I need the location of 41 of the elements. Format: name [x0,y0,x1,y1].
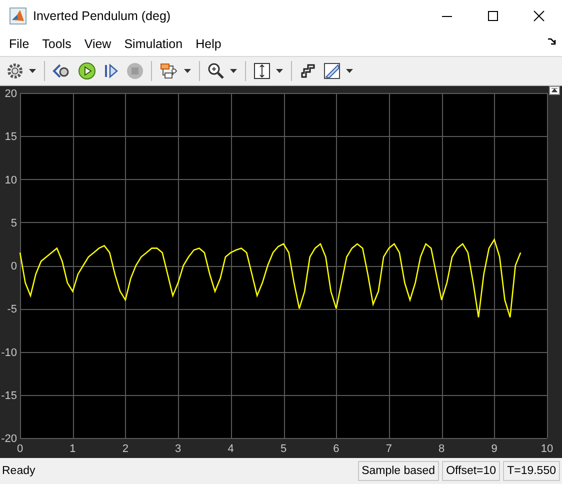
status-field: Sample based [358,461,440,482]
x-tick-label: 2 [122,443,128,456]
y-tick-label: 10 [4,174,17,187]
status-field: T=19.550 [503,461,560,482]
x-tick-label: 5 [280,443,287,456]
menu-item[interactable]: Tools [37,36,76,51]
caret-icon[interactable] [29,69,36,74]
status-field: Offset=10 [442,461,500,482]
y-tick-label: 5 [10,218,17,230]
y-tick-label: 0 [10,260,17,273]
y-tick-label: 15 [4,131,17,144]
x-tick-label: 0 [16,443,24,456]
x-tick-label: 4 [228,443,234,456]
caret-icon[interactable] [276,69,283,74]
y-tick-label: -20 [1,433,17,446]
status-message: Ready [1,465,36,478]
x-tick-label: 8 [438,443,445,456]
y-tick-label: -5 [7,304,17,316]
maximize-icon[interactable] [487,10,499,22]
caret-icon[interactable] [230,69,237,74]
x-tick-label: 7 [386,443,392,456]
y-tick-label: 20 [4,88,17,100]
x-tick-label: 9 [491,443,498,456]
close-icon[interactable] [533,10,545,22]
y-tick-label: -15 [1,390,17,402]
x-tick-label: 10 [540,443,554,456]
app-logo-icon [9,7,27,25]
menu-item[interactable]: Simulation [119,36,188,51]
y-tick-label: -10 [1,347,17,360]
x-tick-label: 6 [333,443,340,456]
x-tick-label: 1 [70,443,76,456]
menu-item[interactable]: Help [190,36,226,51]
x-tick-label: 3 [175,443,182,456]
expand-icon[interactable] [549,86,560,96]
menu-item[interactable]: File [4,36,34,51]
window-title: Inverted Pendulum (deg) [33,9,171,23]
menu-item[interactable]: View [79,36,116,51]
undock-arrow-icon[interactable] [547,37,556,46]
caret-icon[interactable] [346,69,353,74]
caret-icon[interactable] [184,69,191,74]
run-icon[interactable] [76,60,98,82]
